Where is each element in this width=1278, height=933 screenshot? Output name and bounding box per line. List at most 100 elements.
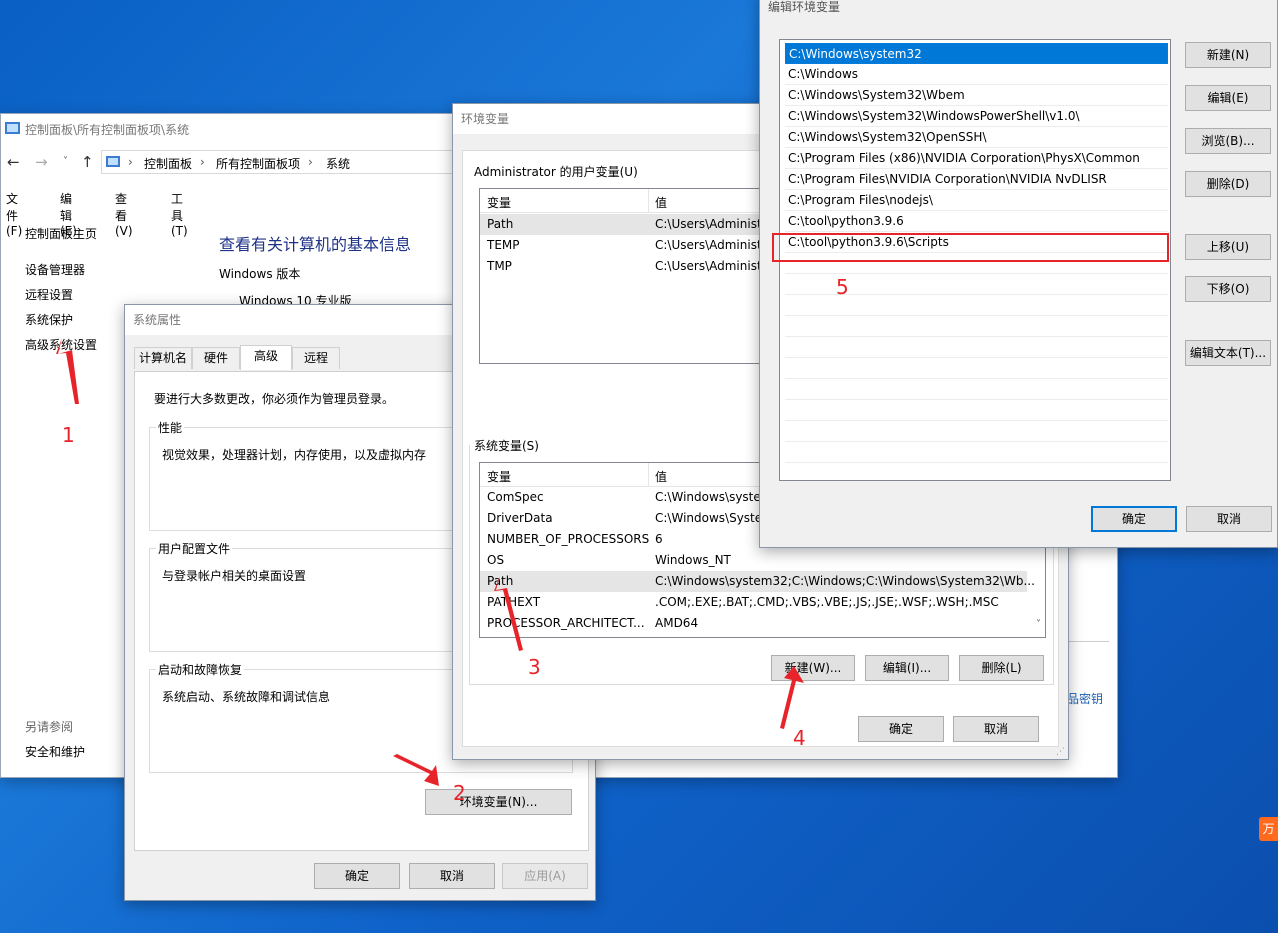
editenv-browse-button[interactable]: 浏览(B)... [1185, 128, 1271, 154]
sys-delete-button[interactable]: 删除(L) [959, 655, 1044, 681]
see-also-security[interactable]: 安全和维护 [25, 743, 85, 760]
window-title: 控制面板\所有控制面板项\系统 [25, 123, 190, 137]
list-item[interactable]: C:\Windows [785, 64, 1168, 85]
scrollbar-down-icon[interactable]: ˅ [1036, 619, 1041, 630]
editenv-move-up-button[interactable]: 上移(U) [1185, 234, 1271, 260]
tab-computer-name[interactable]: 计算机名 [134, 347, 192, 369]
var-name: PROCESSOR_ARCHITECT... [487, 616, 645, 630]
empty-list-row[interactable] [785, 358, 1168, 379]
editenv-new-button[interactable]: 新建(N) [1185, 42, 1271, 68]
sysprops-apply-button[interactable]: 应用(A) [502, 863, 588, 889]
performance-label: 性能 [156, 419, 185, 436]
sidebar-item-device-manager[interactable]: 设备管理器 [25, 261, 85, 278]
see-also-label: 另请参阅 [25, 720, 74, 734]
editenv-edit-button[interactable]: 编辑(E) [1185, 85, 1271, 111]
address-bar[interactable]: › 控制面板 › 所有控制面板项 › 系统 [101, 150, 461, 174]
editenv-title: 编辑环境变量 [768, 0, 841, 14]
sidebar-item-remote[interactable]: 远程设置 [25, 286, 73, 303]
page-heading: 查看有关计算机的基本信息 [219, 235, 412, 254]
var-name: DriverData [487, 511, 553, 525]
tray-app-icon[interactable]: 万 [1259, 817, 1278, 841]
address-monitor-icon [106, 156, 120, 167]
var-name: ComSpec [487, 490, 544, 504]
column-divider [648, 463, 649, 487]
sysprops-cancel-button[interactable]: 取消 [409, 863, 495, 889]
col-variable[interactable]: 变量 [487, 468, 511, 485]
list-item[interactable]: C:\Program Files\nodejs\ [785, 190, 1168, 211]
col-variable[interactable]: 变量 [487, 194, 511, 211]
environment-variables-button[interactable]: 环境变量(N)... [425, 789, 572, 815]
breadcrumb-system[interactable]: 系统 [326, 155, 350, 172]
editenv-edit-text-button[interactable]: 编辑文本(T)... [1185, 340, 1271, 366]
col-value[interactable]: 值 [655, 194, 667, 211]
sidebar-item-advanced[interactable]: 高级系统设置 [25, 336, 97, 353]
list-item[interactable]: C:\Program Files\NVIDIA Corporation\NVID… [785, 169, 1168, 190]
forward-arrow-icon[interactable]: → [35, 153, 48, 171]
var-name: OS [487, 553, 505, 567]
table-row[interactable]: PROCESSOR_ARCHITECT... AMD64 [480, 613, 1027, 634]
menu-file[interactable]: 文件(F) [6, 190, 22, 238]
tab-remote[interactable]: 远程 [292, 347, 340, 369]
var-value: C:\Windows\system32;C:\Windows;C:\Window… [655, 574, 1035, 588]
editenv-cancel-button[interactable]: 取消 [1186, 506, 1272, 532]
empty-list-row[interactable] [785, 400, 1168, 421]
empty-list-row[interactable] [785, 316, 1168, 337]
menu-tools[interactable]: 工具(T) [171, 190, 188, 238]
editenv-ok-button[interactable]: 确定 [1091, 506, 1177, 532]
list-item[interactable]: C:\Windows\System32\Wbem [785, 85, 1168, 106]
user-profile-desc: 与登录帐户相关的桌面设置 [162, 569, 307, 583]
annotation-number: 5 [836, 275, 849, 299]
var-value: AMD64 [655, 616, 699, 630]
list-item[interactable]: C:\Program Files (x86)\NVIDIA Corporatio… [785, 148, 1168, 169]
breadcrumb-control-panel[interactable]: 控制面板 [144, 155, 192, 172]
empty-list-row[interactable] [785, 442, 1168, 463]
sidebar-home-link[interactable]: 控制面板主页 [25, 225, 97, 242]
var-name: NUMBER_OF_PROCESSORS [487, 532, 650, 546]
table-row[interactable]: OS Windows_NT [480, 550, 1045, 571]
editenv-delete-button[interactable]: 删除(D) [1185, 171, 1271, 197]
editenv-move-down-button[interactable]: 下移(O) [1185, 276, 1271, 302]
list-item[interactable]: C:\Windows\System32\WindowsPowerShell\v1… [785, 106, 1168, 127]
admin-note: 要进行大多数更改，你必须作为管理员登录。 [154, 392, 395, 406]
divider [1069, 641, 1109, 642]
breadcrumb-sep-icon: › [308, 155, 313, 169]
table-row[interactable]: PATHEXT .COM;.EXE;.BAT;.CMD;.VBS;.VBE;.J… [480, 592, 1027, 613]
sysprops-ok-button[interactable]: 确定 [314, 863, 400, 889]
table-row[interactable]: Path C:\Windows\system32;C:\Windows;C:\W… [480, 571, 1035, 592]
sys-edit-button[interactable]: 编辑(I)... [865, 655, 949, 681]
list-item[interactable]: C:\Windows\System32\OpenSSH\ [785, 127, 1168, 148]
performance-desc: 视觉效果，处理器计划，内存使用，以及虚拟内存 [162, 448, 427, 462]
var-name: PATHEXT [487, 595, 541, 609]
annotation-number: 2 [453, 781, 466, 805]
sys-new-button[interactable]: 新建(W)... [771, 655, 855, 681]
edit-env-var-dialog: 编辑环境变量 C:\Windows\system32 C:\Windows C:… [759, 0, 1278, 548]
tab-advanced[interactable]: 高级 [240, 345, 292, 370]
var-value: .COM;.EXE;.BAT;.CMD;.VBS;.VBE;.JS;.JSE;.… [655, 595, 999, 609]
monitor-icon [5, 122, 20, 134]
envvars-cancel-button[interactable]: 取消 [953, 716, 1039, 742]
column-divider [648, 189, 649, 213]
recent-dropdown-icon[interactable]: ˅ [63, 156, 68, 167]
back-arrow-icon[interactable]: ← [7, 153, 20, 171]
tab-hardware[interactable]: 硬件 [192, 347, 240, 369]
list-item[interactable]: C:\Windows\system32 [785, 43, 1168, 64]
annotation-number: 4 [793, 726, 806, 750]
sidebar-item-protection[interactable]: 系统保护 [25, 311, 73, 328]
envvars-ok-button[interactable]: 确定 [858, 716, 944, 742]
resize-grip-icon[interactable]: ⋰ [1056, 747, 1065, 757]
empty-list-row[interactable] [785, 421, 1168, 442]
breadcrumb-sep-icon: › [200, 155, 205, 169]
var-value: Windows_NT [655, 553, 731, 567]
product-key-link[interactable]: 品密钥 [1067, 690, 1103, 707]
empty-list-row[interactable] [785, 337, 1168, 358]
menu-view[interactable]: 查看(V) [115, 190, 133, 238]
breadcrumb-all-items[interactable]: 所有控制面板项 [216, 155, 300, 172]
startup-label: 启动和故障恢复 [156, 661, 245, 678]
up-arrow-icon[interactable]: ↑ [81, 153, 94, 171]
var-name: TMP [487, 259, 512, 273]
list-item[interactable]: C:\tool\python3.9.6 [785, 211, 1168, 232]
col-value[interactable]: 值 [655, 468, 667, 485]
user-vars-group-label: Administrator 的用户变量(U) [474, 165, 638, 179]
empty-list-row[interactable] [785, 379, 1168, 400]
startup-desc: 系统启动、系统故障和调试信息 [162, 690, 331, 704]
